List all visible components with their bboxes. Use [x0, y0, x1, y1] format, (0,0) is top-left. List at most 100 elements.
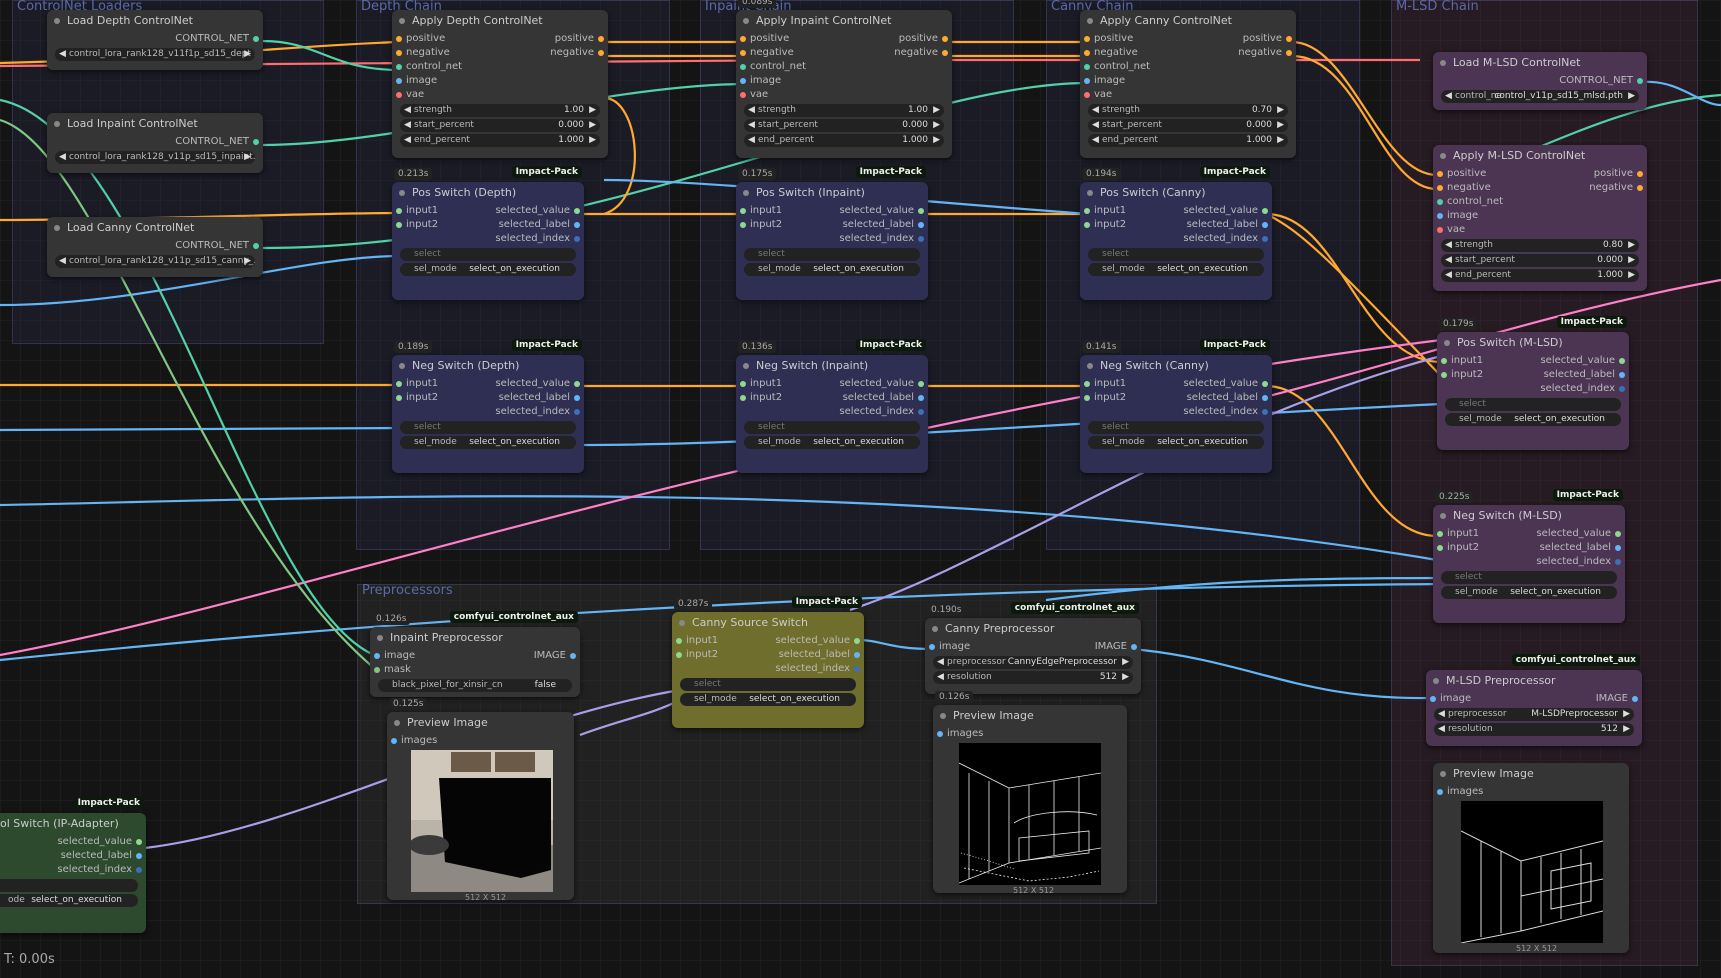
output-socket[interactable] — [918, 409, 924, 415]
select-field[interactable]: select — [1088, 248, 1264, 261]
arrow-left-icon[interactable]: ◀ — [1092, 119, 1099, 132]
arrow-left-icon[interactable]: ◀ — [1445, 269, 1452, 282]
select-field[interactable]: select — [680, 678, 856, 691]
preprocessor-combo[interactable]: ◀ preprocessor M-LSDPreprocessor ▶ — [1434, 708, 1634, 721]
arrow-left-icon[interactable]: ◀ — [937, 671, 944, 684]
output-socket[interactable] — [942, 36, 948, 42]
output-socket[interactable] — [136, 867, 142, 873]
input-socket[interactable] — [1084, 50, 1090, 56]
input-socket[interactable] — [740, 381, 746, 387]
arrow-left-icon[interactable]: ◀ — [1092, 104, 1099, 117]
load-depth-controlnet-node[interactable]: Load Depth ControlNet CONTROL_NET ◀ contr… — [47, 10, 263, 70]
arrow-left-icon[interactable]: ◀ — [748, 119, 755, 132]
arrow-left-icon[interactable]: ◀ — [1438, 708, 1445, 721]
output-socket[interactable] — [598, 36, 604, 42]
input-socket[interactable] — [676, 652, 682, 658]
arrow-right-icon[interactable]: ▶ — [589, 104, 596, 117]
output-socket[interactable] — [942, 50, 948, 56]
sel-mode-toggle[interactable]: sel_mode select_on_execution — [1088, 263, 1264, 276]
inpaint-preprocessor-node[interactable]: 0.126s comfyui_controlnet_aux Inpaint Pre… — [370, 611, 580, 697]
input-socket[interactable] — [1441, 358, 1447, 364]
arrow-left-icon[interactable]: ◀ — [748, 104, 755, 117]
output-socket[interactable] — [1262, 208, 1268, 214]
collapse-dot-icon[interactable] — [932, 626, 938, 632]
output-socket[interactable] — [1632, 696, 1638, 702]
input-socket[interactable] — [1084, 395, 1090, 401]
select-field[interactable]: select — [1441, 571, 1617, 584]
collapse-dot-icon[interactable] — [1444, 340, 1450, 346]
input-socket[interactable] — [676, 638, 682, 644]
input-socket[interactable] — [1437, 789, 1443, 795]
collapse-dot-icon[interactable] — [1433, 678, 1439, 684]
output-socket[interactable] — [253, 139, 259, 145]
sel-mode-toggle[interactable]: sel_mode select_on_execution — [680, 693, 856, 706]
arrow-right-icon[interactable]: ▶ — [1628, 239, 1635, 252]
sel-mode-toggle[interactable]: sel_mode select_on_execution — [400, 263, 576, 276]
arrow-right-icon[interactable]: ▶ — [589, 134, 596, 147]
pos-switch-depth-node[interactable]: 0.213s Impact-Pack Pos Switch (Depth) inp… — [392, 166, 584, 300]
end-percent-slider[interactable]: ◀ end_percent 1.000 ▶ — [744, 134, 944, 147]
resolution-slider[interactable]: ◀ resolution 512 ▶ — [1434, 723, 1634, 736]
input-socket[interactable] — [740, 92, 746, 98]
output-socket[interactable] — [854, 638, 860, 644]
collapse-dot-icon[interactable] — [54, 225, 60, 231]
select-field[interactable]: select — [744, 421, 920, 434]
output-socket[interactable] — [1262, 381, 1268, 387]
collapse-dot-icon[interactable] — [54, 121, 60, 127]
neg-switch-canny-node[interactable]: 0.141s Impact-Pack Neg Switch (Canny) inp… — [1080, 339, 1272, 473]
ckpt-combo[interactable]: ◀ control_lora_rank128_v11f1p_sd15_dept .… — [55, 48, 255, 61]
pos-switch-mlsd-node[interactable]: 0.179s Impact-Pack Pos Switch (M-LSD) inp… — [1437, 316, 1629, 450]
output-socket[interactable] — [854, 652, 860, 658]
output-socket[interactable] — [1286, 50, 1292, 56]
arrow-left-icon[interactable]: ◀ — [1445, 239, 1452, 252]
input-socket[interactable] — [1084, 92, 1090, 98]
output-socket[interactable] — [574, 208, 580, 214]
input-socket[interactable] — [937, 731, 943, 737]
neg-switch-inpaint-node[interactable]: 0.136s Impact-Pack Neg Switch (Inpaint) i… — [736, 339, 928, 473]
arrow-right-icon[interactable]: ▶ — [1623, 723, 1630, 736]
canny-source-switch-node[interactable]: 0.287s Impact-Pack Canny Source Switch in… — [672, 596, 864, 728]
arrow-right-icon[interactable]: ▶ — [1277, 119, 1284, 132]
start-percent-slider[interactable]: ◀ start_percent 0.000 ▶ — [1441, 254, 1639, 267]
collapse-dot-icon[interactable] — [1440, 60, 1446, 66]
collapse-dot-icon[interactable] — [1087, 363, 1093, 369]
input-socket[interactable] — [396, 36, 402, 42]
arrow-right-icon[interactable]: ▶ — [1628, 90, 1635, 103]
node-title[interactable]: Preview Image — [387, 712, 574, 734]
output-socket[interactable] — [918, 236, 924, 242]
mlsd-preprocessor-node[interactable]: comfyui_controlnet_aux M-LSD Preprocesso… — [1426, 654, 1642, 746]
collapse-dot-icon[interactable] — [1440, 153, 1446, 159]
output-socket[interactable] — [574, 395, 580, 401]
input-socket[interactable] — [1084, 36, 1090, 42]
node-title[interactable]: Load Depth ControlNet — [47, 10, 263, 32]
input-socket[interactable] — [1437, 213, 1443, 219]
output-socket[interactable] — [918, 222, 924, 228]
arrow-left-icon[interactable]: ◀ — [59, 151, 66, 164]
input-socket[interactable] — [396, 64, 402, 70]
ckpt-combo[interactable]: ◀ control_ne ... control_v11p_sd15_mlsd.pt… — [1441, 90, 1639, 103]
node-title[interactable]: Pos Switch (Depth) — [392, 182, 584, 204]
output-socket[interactable] — [1615, 559, 1621, 565]
node-title[interactable]: ol Switch (IP-Adapter) — [0, 813, 146, 835]
node-title[interactable]: Canny Preprocessor — [925, 618, 1141, 640]
arrow-left-icon[interactable]: ◀ — [1445, 254, 1452, 267]
preview-image-inpaint-node[interactable]: 0.125s Preview Image images 512 X 512 — [387, 698, 574, 902]
arrow-right-icon[interactable]: ▶ — [933, 134, 940, 147]
collapse-dot-icon[interactable] — [394, 720, 400, 726]
collapse-dot-icon[interactable] — [679, 620, 685, 626]
output-socket[interactable] — [1615, 545, 1621, 551]
node-title[interactable]: Pos Switch (Canny) — [1080, 182, 1272, 204]
sel-mode-toggle[interactable]: sel_mode select_on_execution — [1445, 413, 1621, 426]
input-socket[interactable] — [1441, 372, 1447, 378]
select-field[interactable]: select — [1088, 421, 1264, 434]
output-socket[interactable] — [918, 208, 924, 214]
load-canny-controlnet-node[interactable]: Load Canny ControlNet CONTROL_NET ◀ contr… — [47, 217, 263, 277]
node-title[interactable]: Apply M-LSD ControlNet — [1433, 145, 1647, 167]
collapse-dot-icon[interactable] — [743, 190, 749, 196]
output-socket[interactable] — [1262, 222, 1268, 228]
preview-image-mlsd-node[interactable]: Preview Image images 512 X 512 — [1433, 763, 1629, 953]
arrow-right-icon[interactable]: ▶ — [244, 151, 251, 164]
arrow-left-icon[interactable]: ◀ — [1092, 134, 1099, 147]
node-title[interactable]: Neg Switch (Inpaint) — [736, 355, 928, 377]
input-socket[interactable] — [740, 395, 746, 401]
